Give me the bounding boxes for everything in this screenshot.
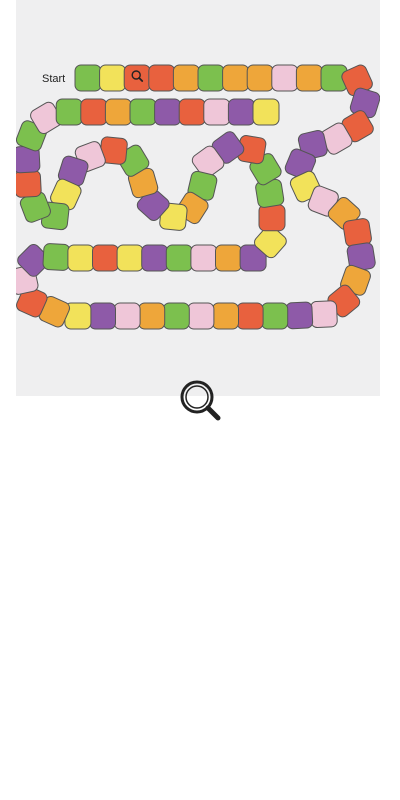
board-tile [80,98,108,126]
board-tile [252,98,280,126]
board-tile [178,98,206,126]
board-tile [138,302,166,330]
board-tile [74,64,102,92]
board-tile [190,244,218,272]
board-tile [258,204,286,232]
board-tile [187,302,215,330]
board-tile [129,98,157,126]
board-tile [165,244,193,272]
board-tile [227,98,255,126]
board-path [16,64,380,330]
board-tile [236,302,264,330]
board-tile [271,64,299,92]
board-tile [310,300,338,329]
zoom-button[interactable] [178,378,222,422]
board-tile [55,98,83,126]
board-tile [295,64,323,92]
start-label: Start [42,73,66,85]
board-tile [92,244,119,272]
board-tile [116,244,144,272]
board-tile [285,301,314,330]
board-tile [172,64,200,92]
board-tile [104,98,132,126]
magnifier-icon [180,380,221,421]
board-tile [148,64,176,92]
board-tile [215,244,242,272]
board-tile [123,64,151,92]
board-tile [67,244,95,272]
board-tile [16,170,42,198]
board-tile [203,98,231,126]
board-tile [154,98,182,126]
board-tile [212,302,239,330]
board-tile [89,302,116,330]
board-tile [261,302,289,330]
game-board: Start [16,0,380,396]
board-tile [99,64,127,92]
board-tile [162,302,190,330]
board-tile [197,64,225,92]
board-tile [246,64,274,92]
board-tile [42,243,71,271]
board-tile [141,244,169,272]
board-tile [113,302,141,330]
board-tile [222,64,250,92]
